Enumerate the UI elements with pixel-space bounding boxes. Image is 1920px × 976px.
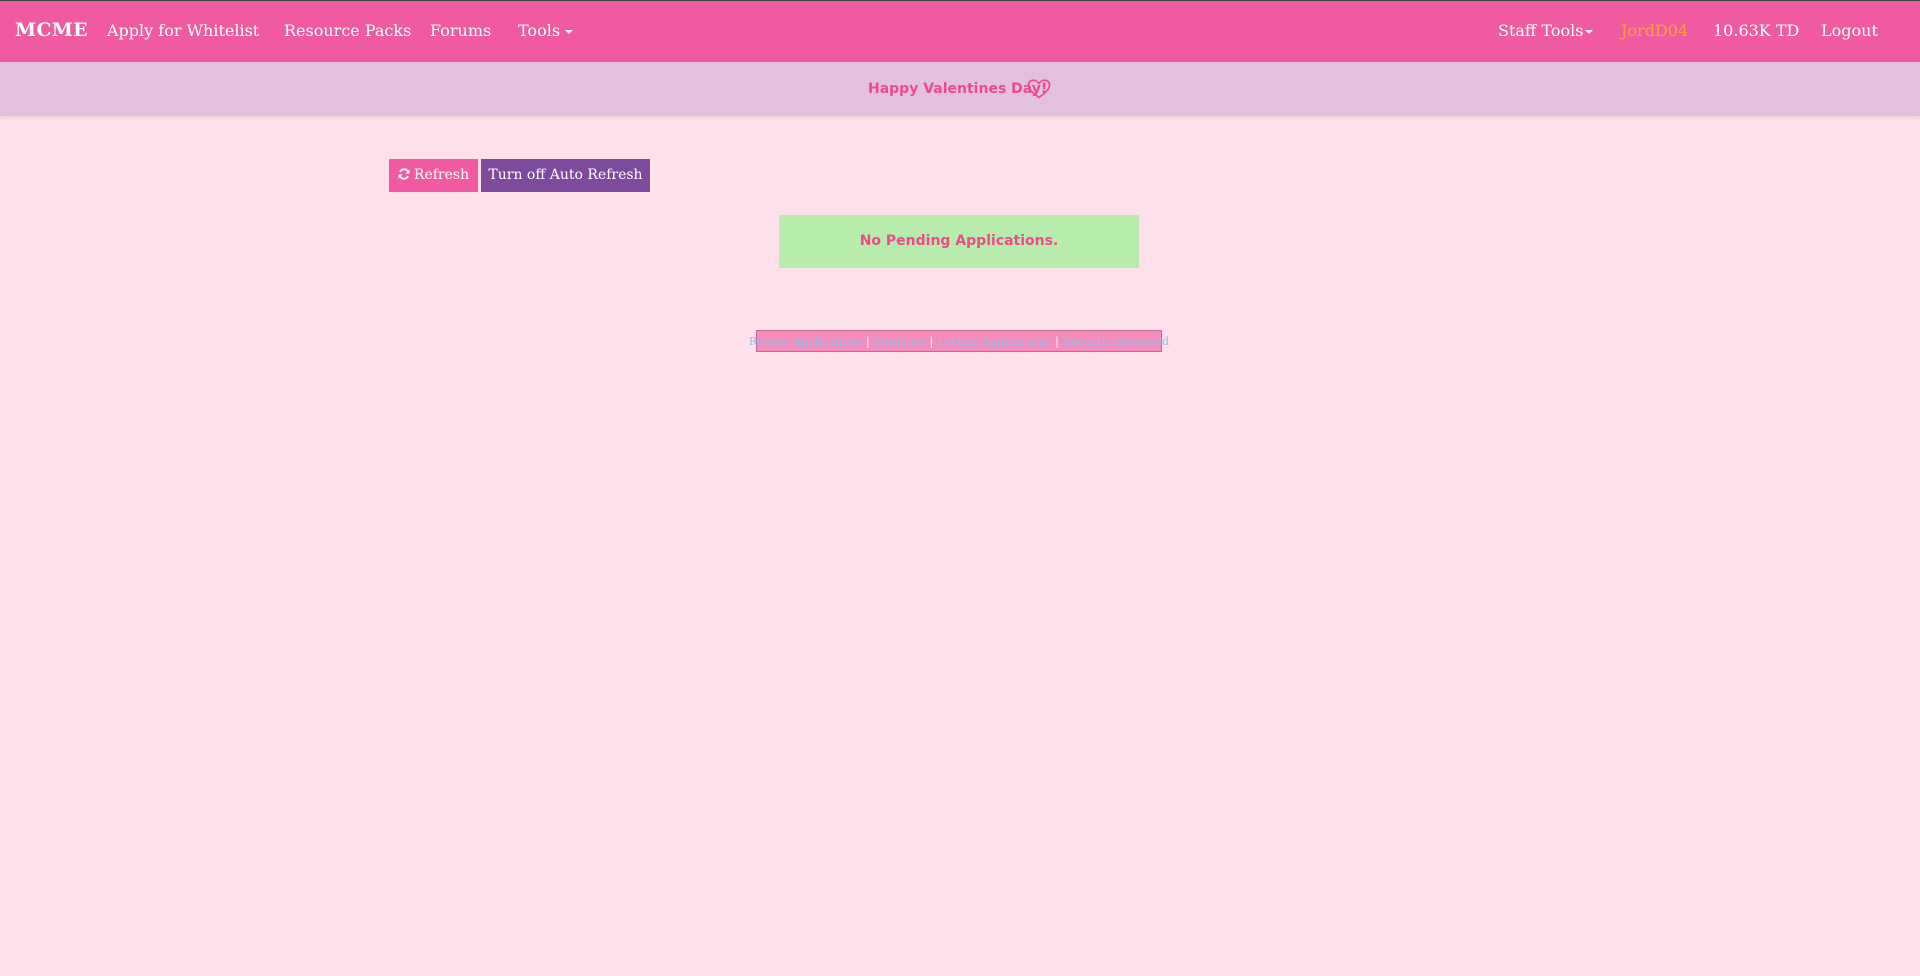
caret-down-icon bbox=[1585, 29, 1594, 34]
nav-staff-tools-label: Staff Tools bbox=[1498, 21, 1584, 40]
link-statistics[interactable]: Statistics bbox=[874, 335, 926, 348]
banner-text: Happy Valentines Day! bbox=[868, 81, 1048, 97]
nav-apply-whitelist[interactable]: Apply for Whitelist bbox=[107, 20, 259, 42]
nav-resource-packs[interactable]: Resource Packs bbox=[284, 20, 411, 42]
link-separator: | bbox=[865, 334, 870, 348]
caret-down-icon bbox=[565, 29, 574, 34]
footer-links-bar: Review Applications | Statistics | Looku… bbox=[749, 330, 1169, 352]
auto-refresh-toggle-button[interactable]: Turn off Auto Refresh bbox=[481, 159, 650, 192]
link-review-applications[interactable]: Review Applications bbox=[749, 335, 862, 348]
link-separator: | bbox=[929, 334, 934, 348]
refresh-button[interactable]: Refresh bbox=[389, 159, 478, 192]
nav-tools-label: Tools bbox=[518, 21, 561, 40]
nav-tools-dropdown[interactable]: Tools bbox=[518, 20, 574, 42]
no-pending-alert: No Pending Applications. bbox=[779, 215, 1139, 268]
refresh-button-label: Refresh bbox=[413, 167, 470, 183]
nav-user-profile[interactable]: JordD04 bbox=[1621, 20, 1688, 42]
brand-logo[interactable]: MCME bbox=[15, 19, 88, 41]
link-lookup-applications[interactable]: Lookup Applications bbox=[937, 335, 1051, 348]
refresh-icon bbox=[398, 168, 410, 180]
nav-balance[interactable]: 10.63K TD bbox=[1713, 20, 1799, 42]
top-navbar: MCME Apply for Whitelist Resource Packs … bbox=[0, 0, 1920, 62]
announcement-banner: Happy Valentines Day! bbox=[0, 62, 1920, 116]
nav-forums[interactable]: Forums bbox=[430, 20, 491, 42]
nav-logout[interactable]: Logout bbox=[1821, 20, 1878, 42]
link-recently-reviewed[interactable]: Recently Reviewed bbox=[1063, 335, 1169, 348]
nav-staff-tools-dropdown[interactable]: Staff Tools bbox=[1498, 20, 1594, 42]
heart-outline-icon bbox=[1027, 79, 1051, 99]
link-separator: | bbox=[1055, 334, 1059, 348]
